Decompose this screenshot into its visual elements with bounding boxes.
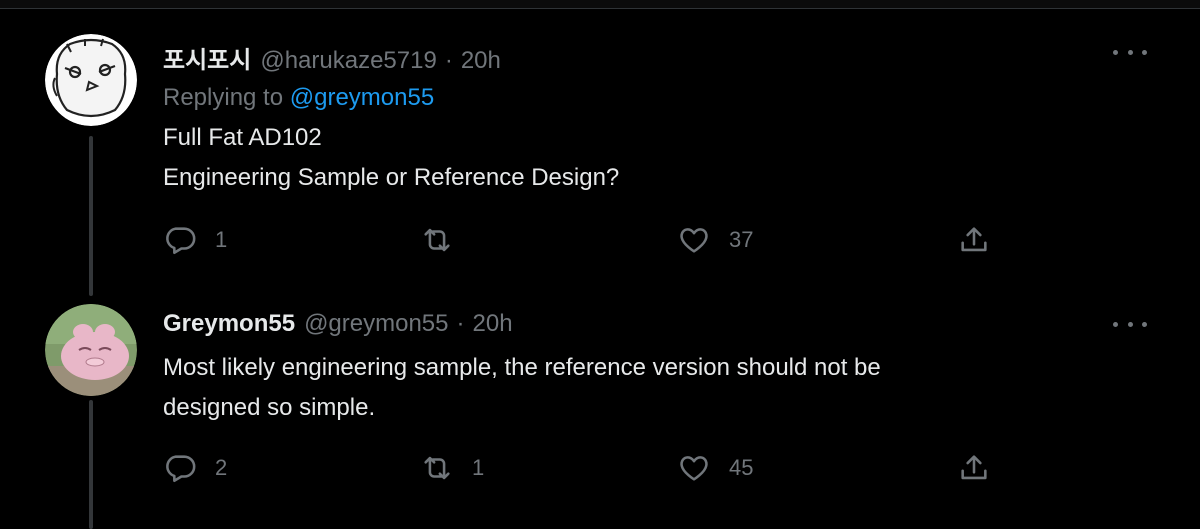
tweet-harukaze5719[interactable]: 포시포시 @harukaze5719 · 20h Replying to @gr… xyxy=(0,0,1200,290)
tweet-text-line: Most likely engineering sample, the refe… xyxy=(163,354,881,381)
like-count: 37 xyxy=(729,227,754,252)
tweet-greymon55[interactable]: Greymon55 @greymon55 · 20h Most likely e… xyxy=(0,290,1200,529)
reply-icon xyxy=(166,227,196,255)
timestamp[interactable]: 20h xyxy=(461,47,501,75)
user-handle[interactable]: @greymon55 xyxy=(304,310,448,338)
like-button[interactable]: 45 xyxy=(677,451,753,485)
retweet-button[interactable] xyxy=(420,223,472,257)
avatar-pink-creature-image xyxy=(45,304,137,396)
retweet-count: 1 xyxy=(472,455,485,480)
more-icon[interactable] xyxy=(1113,42,1147,62)
separator-dot: · xyxy=(444,47,453,74)
retweet-icon xyxy=(424,456,450,480)
separator-dot: · xyxy=(456,310,465,337)
display-name[interactable]: Greymon55 xyxy=(163,310,295,338)
like-count: 45 xyxy=(729,455,754,480)
tweet-text-line: Full Fat AD102 xyxy=(163,124,322,151)
heart-icon xyxy=(680,456,708,481)
reply-button[interactable]: 1 xyxy=(163,223,227,257)
reply-icon xyxy=(166,455,196,483)
share-icon xyxy=(961,227,987,252)
like-button[interactable]: 37 xyxy=(677,223,753,257)
timestamp[interactable]: 20h xyxy=(473,310,513,338)
reply-count: 1 xyxy=(215,227,228,252)
replying-prefix: Replying to xyxy=(163,84,284,111)
tweet-text: Most likely engineering sample, the refe… xyxy=(163,348,881,428)
avatar[interactable] xyxy=(45,304,137,396)
reply-button[interactable]: 2 xyxy=(163,451,227,485)
replying-to: Replying to @greymon55 xyxy=(163,84,434,112)
tweet-text-line: designed so simple. xyxy=(163,394,376,421)
tweet-text-line: Engineering Sample or Reference Design? xyxy=(163,164,620,191)
user-handle[interactable]: @harukaze5719 xyxy=(260,47,436,75)
retweet-icon xyxy=(424,228,450,252)
avatar[interactable] xyxy=(45,34,137,126)
more-icon[interactable] xyxy=(1113,314,1147,334)
heart-icon xyxy=(680,228,708,253)
display-name[interactable]: 포시포시 xyxy=(163,40,251,75)
retweet-button[interactable]: 1 xyxy=(420,451,484,485)
share-button[interactable] xyxy=(957,223,991,257)
share-button[interactable] xyxy=(957,451,991,485)
share-icon xyxy=(961,455,987,480)
mention-link[interactable]: @greymon55 xyxy=(290,84,434,111)
avatar-face-image xyxy=(45,34,137,126)
tweet-header: 포시포시 @harukaze5719 · 20h xyxy=(163,40,501,75)
tweet-text: Full Fat AD102 Engineering Sample or Ref… xyxy=(163,118,619,198)
tweet-header: Greymon55 @greymon55 · 20h xyxy=(163,310,513,338)
reply-count: 2 xyxy=(215,455,228,480)
